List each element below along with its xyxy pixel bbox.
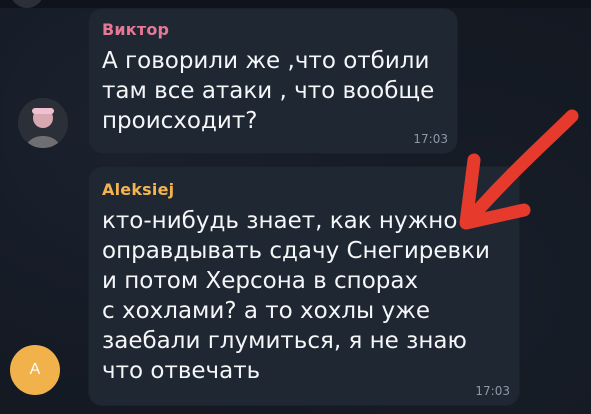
message-line: кто-нибудь знает, как нужно xyxy=(102,208,458,234)
avatar-photo-icon xyxy=(18,98,68,148)
message-line: с хохлами? а то хохлы уже xyxy=(102,298,430,324)
message-line: заебали глумиться, я не знаю xyxy=(102,328,467,354)
message-text: кто-нибудь знает, как нужно оправдывать … xyxy=(102,206,490,386)
sender-name[interactable]: Виктор xyxy=(102,20,169,39)
message-text: А говорили же ,что отбили там все атаки … xyxy=(102,46,434,136)
message-line: что отвечать xyxy=(102,358,261,384)
avatar[interactable]: A xyxy=(10,345,60,395)
message-line: и потом Херсона в спорах xyxy=(102,268,419,294)
red-arrow-icon xyxy=(459,109,579,230)
chat-view: Виктор А говорили же ,что отбили там все… xyxy=(0,0,591,414)
avatar-initial: A xyxy=(29,361,41,378)
message-bubble[interactable]: Виктор А говорили же ,что отбили там все… xyxy=(88,8,458,154)
message-time: 17:03 xyxy=(475,384,510,398)
message-line: А говорили же ,что отбили xyxy=(102,48,430,74)
top-strip xyxy=(0,0,591,8)
message-line: там все атаки , что вообще xyxy=(102,78,435,104)
message-line: оправдывать сдачу Снегиревки xyxy=(102,238,490,264)
message-line: происходит? xyxy=(102,108,258,134)
avatar[interactable] xyxy=(18,98,68,148)
sender-name[interactable]: Aleksiej xyxy=(102,180,174,199)
